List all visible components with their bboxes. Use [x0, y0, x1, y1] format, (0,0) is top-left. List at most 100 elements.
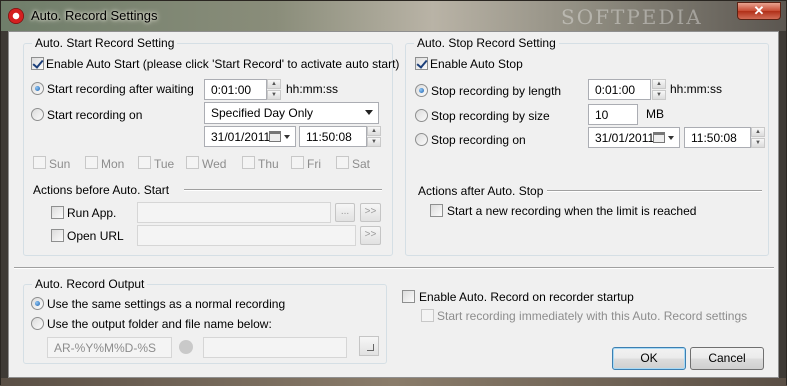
cancel-button[interactable]: Cancel — [690, 347, 764, 370]
start-date-field[interactable]: 31/01/2011 — [204, 126, 296, 147]
output-folder-radio[interactable] — [31, 317, 44, 330]
stop-date-value: 31/01/2011 — [595, 131, 655, 145]
spin-up-icon[interactable]: ▲ — [652, 79, 666, 89]
start-immediately-label: Start recording immediately with this Au… — [437, 309, 748, 323]
auto-record-settings-window: Auto. Record Settings SOFTPEDIA ✕ Auto. … — [0, 0, 787, 386]
day-thu-checkbox[interactable] — [242, 156, 255, 169]
spin-up-icon[interactable]: ▲ — [367, 126, 381, 136]
start-time-spinner[interactable]: ▲ ▼ — [367, 126, 381, 147]
wait-unit-label: hh:mm:ss — [286, 82, 339, 96]
day-tue-checkbox[interactable] — [138, 156, 151, 169]
day-wed-checkbox[interactable] — [186, 156, 199, 169]
enable-auto-start-checkbox[interactable] — [31, 57, 44, 70]
start-on-label: Start recording on — [47, 108, 143, 122]
stop-by-length-label: Stop recording by length — [431, 84, 562, 98]
date-dropdown-icon[interactable] — [668, 136, 674, 140]
stop-time-field[interactable]: 11:50:08 — [684, 127, 751, 148]
dialog-client: Auto. Start Record Setting Enable Auto S… — [8, 31, 779, 378]
enable-auto-stop-label: Enable Auto Stop — [430, 57, 523, 71]
open-url-label: Open URL — [67, 229, 124, 243]
run-app-label: Run App. — [67, 206, 117, 220]
calendar-icon[interactable] — [653, 132, 665, 143]
day-thu-label: Thu — [258, 157, 279, 171]
start-day-select[interactable]: Specified Day Only — [204, 102, 379, 124]
calendar-icon[interactable] — [269, 131, 281, 142]
start-after-waiting-label: Start recording after waiting — [47, 82, 194, 96]
enable-on-startup-checkbox[interactable] — [402, 290, 415, 303]
enable-auto-start-label: Enable Auto Start (please click 'Start R… — [46, 57, 400, 71]
run-app-path-field[interactable] — [137, 202, 331, 223]
stop-date-field[interactable]: 31/01/2011 — [588, 127, 680, 148]
start-immediately-checkbox[interactable] — [421, 309, 434, 322]
record-app-icon — [8, 8, 24, 24]
stop-length-unit: hh:mm:ss — [670, 82, 723, 96]
stop-on-label: Stop recording on — [431, 133, 526, 147]
output-folder-field[interactable] — [203, 337, 347, 358]
wait-duration-spinner[interactable]: ▲ ▼ — [267, 79, 281, 100]
output-group-title: Auto. Record Output — [32, 277, 148, 291]
start-time-field[interactable]: 11:50:08 — [299, 126, 367, 147]
run-app-browse-button[interactable]: ... — [335, 203, 355, 222]
actions-before-title: Actions before Auto. Start — [33, 183, 170, 197]
folder-browse-button[interactable] — [359, 336, 379, 356]
wait-duration-field[interactable]: 0:01:00 — [204, 79, 267, 100]
close-button[interactable]: ✕ — [737, 2, 781, 20]
day-wed-label: Wed — [202, 157, 227, 171]
run-app-checkbox[interactable] — [51, 206, 64, 219]
same-settings-label: Use the same settings as a normal record… — [47, 297, 286, 311]
actions-after-title: Actions after Auto. Stop — [418, 184, 544, 198]
start-day-select-value: Specified Day Only — [211, 106, 314, 120]
same-settings-radio[interactable] — [31, 297, 44, 310]
day-sat-checkbox[interactable] — [336, 156, 349, 169]
auto-start-group-title: Auto. Start Record Setting — [32, 36, 178, 50]
day-tue-label: Tue — [154, 157, 175, 171]
spin-down-icon[interactable]: ▼ — [652, 90, 666, 100]
output-folder-label: Use the output folder and file name belo… — [47, 317, 272, 331]
spin-down-icon[interactable]: ▼ — [751, 138, 765, 148]
start-on-radio[interactable] — [31, 108, 44, 121]
enable-auto-stop-checkbox[interactable] — [415, 57, 428, 70]
new-recording-label: Start a new recording when the limit is … — [447, 204, 697, 218]
actions-before-divider — [184, 189, 382, 191]
day-sun-checkbox[interactable] — [33, 156, 46, 169]
stop-time-spinner[interactable]: ▲ ▼ — [751, 127, 765, 148]
open-url-go-button[interactable]: >> — [360, 226, 381, 245]
day-mon-checkbox[interactable] — [85, 156, 98, 169]
new-recording-checkbox[interactable] — [430, 204, 443, 217]
day-mon-label: Mon — [101, 157, 125, 171]
run-app-go-button[interactable]: >> — [360, 203, 381, 222]
auto-stop-group-title: Auto. Stop Record Setting — [414, 36, 559, 50]
start-date-value: 31/01/2011 — [211, 130, 271, 144]
enable-on-startup-label: Enable Auto. Record on recorder startup — [419, 290, 634, 304]
watermark: SOFTPEDIA — [561, 5, 703, 29]
stop-size-unit: MB — [646, 107, 664, 121]
window-title: Auto. Record Settings — [31, 8, 158, 23]
stop-length-field[interactable]: 0:01:00 — [588, 79, 651, 100]
filename-pattern-field[interactable]: AR-%Y%M%D-%S — [47, 337, 172, 358]
spin-up-icon[interactable]: ▲ — [751, 127, 765, 137]
open-url-checkbox[interactable] — [51, 229, 64, 242]
day-sat-label: Sat — [352, 157, 371, 171]
auto-stop-group: Auto. Stop Record Setting — [405, 36, 769, 256]
day-fri-label: Fri — [307, 157, 321, 171]
stop-by-length-radio[interactable] — [415, 84, 428, 97]
start-after-waiting-radio[interactable] — [31, 82, 44, 95]
ok-button[interactable]: OK — [612, 347, 686, 370]
day-sun-label: Sun — [49, 157, 71, 171]
stop-length-spinner[interactable]: ▲ ▼ — [652, 79, 666, 100]
spin-down-icon[interactable]: ▼ — [267, 90, 281, 100]
spin-up-icon[interactable]: ▲ — [267, 79, 281, 89]
actions-after-divider — [547, 190, 762, 192]
spin-down-icon[interactable]: ▼ — [367, 137, 381, 147]
stop-by-size-radio[interactable] — [415, 109, 428, 122]
day-fri-checkbox[interactable] — [291, 156, 304, 169]
section-divider — [14, 267, 774, 269]
stop-by-size-label: Stop recording by size — [431, 109, 550, 123]
date-dropdown-icon[interactable] — [284, 135, 290, 139]
title-bar[interactable]: Auto. Record Settings SOFTPEDIA ✕ — [1, 1, 786, 31]
stop-on-radio[interactable] — [415, 133, 428, 146]
status-dot-icon — [179, 340, 193, 354]
stop-size-field[interactable]: 10 — [588, 104, 638, 125]
open-url-field[interactable] — [137, 225, 356, 246]
chevron-down-icon — [365, 110, 373, 115]
